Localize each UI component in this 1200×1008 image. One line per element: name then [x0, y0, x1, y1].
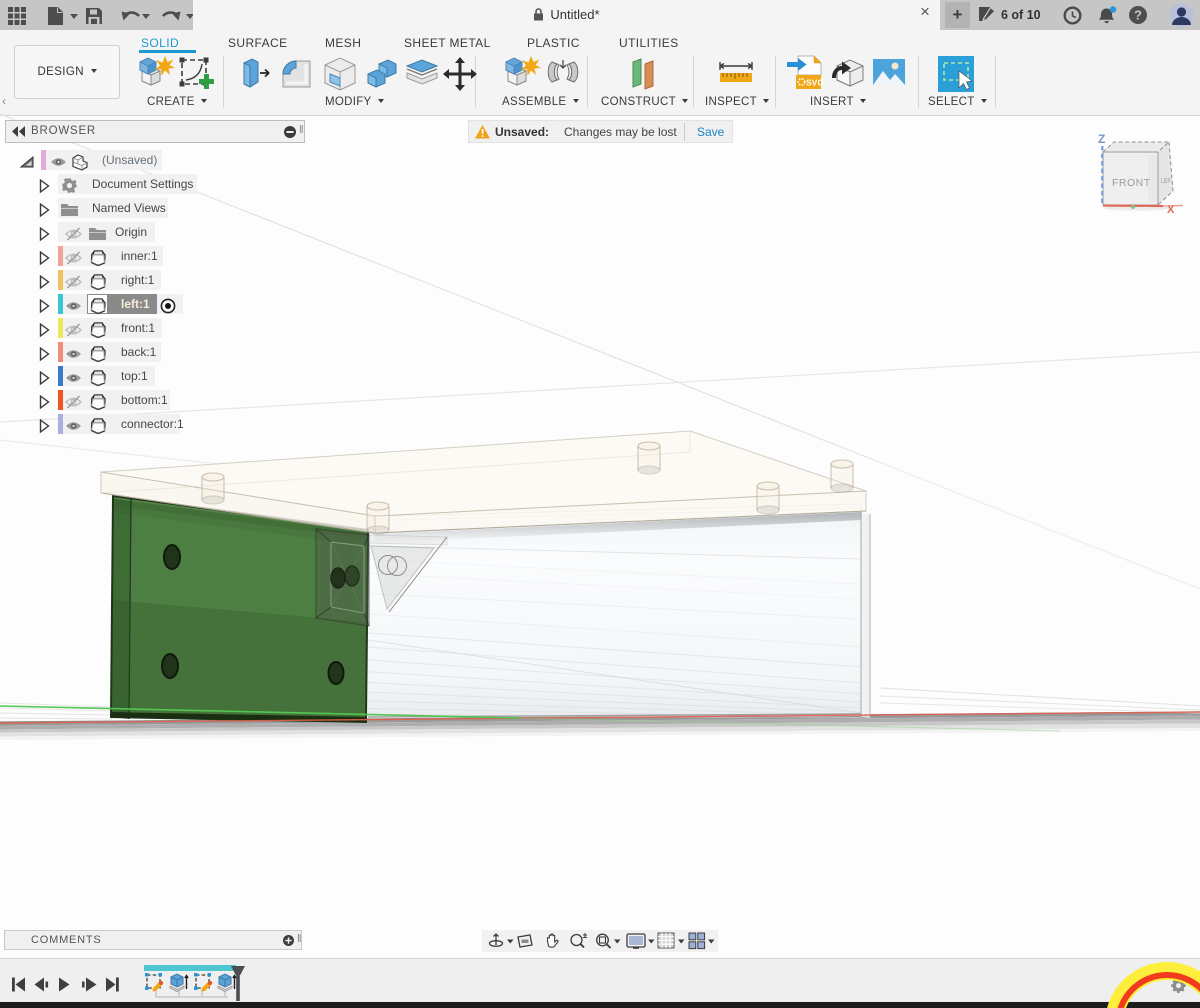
svg-text:X: X	[1167, 204, 1175, 216]
svg-text:Z: Z	[1098, 132, 1105, 146]
svg-text:LEF: LEF	[1161, 177, 1171, 185]
svg-text:FRONT: FRONT	[1112, 177, 1151, 189]
